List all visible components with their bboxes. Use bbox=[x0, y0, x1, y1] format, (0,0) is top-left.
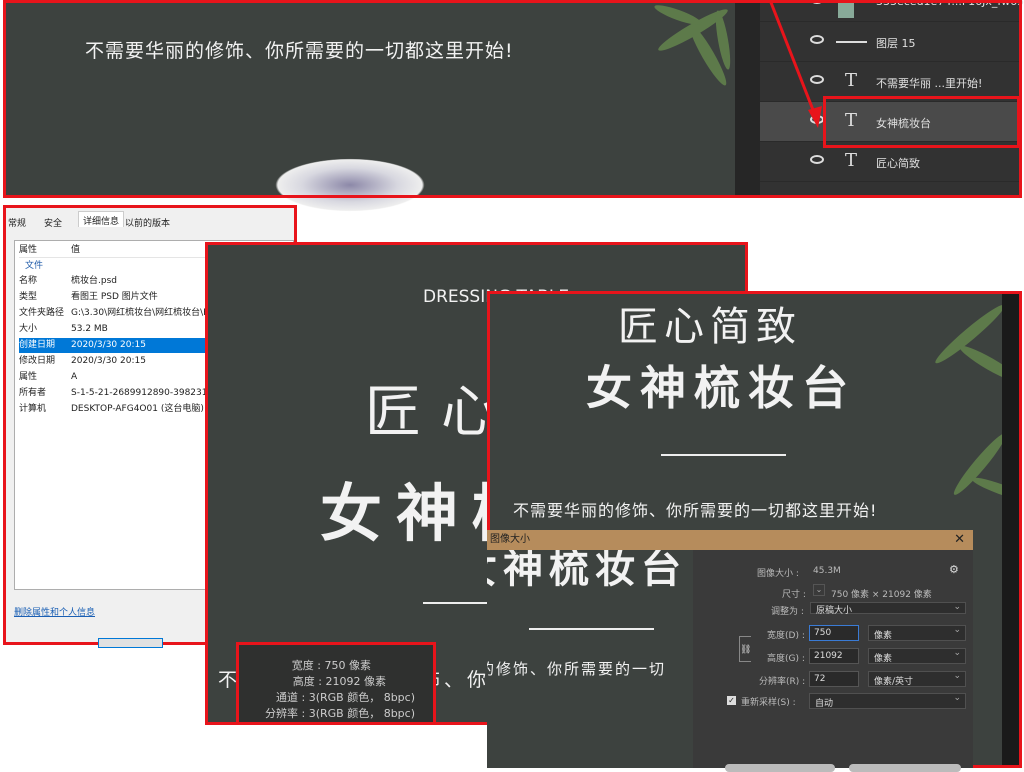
info-width: 宽度 : 750 像素 bbox=[291, 659, 371, 672]
property-value: 53.2 MB bbox=[71, 324, 108, 334]
image-size-dialog: 图像大小 ✕ 女神梳妆台 的修饰、你所需要的一切 图像大小 : 45.3M ⚙ … bbox=[487, 530, 973, 772]
image-size-label: 图像大小 : bbox=[757, 569, 799, 579]
resample-select[interactable]: 自动 bbox=[809, 693, 966, 709]
property-key: 创建日期 bbox=[19, 340, 56, 350]
resample-label: 重新采样(S) : bbox=[741, 698, 796, 708]
preview-text: 的修饰、你所需要的一切 bbox=[487, 660, 667, 678]
property-key: 大小 bbox=[19, 324, 38, 334]
property-row[interactable]: 创建日期 2020/3/30 20:15 bbox=[19, 338, 219, 353]
property-row[interactable]: 大小 53.2 MB bbox=[19, 322, 219, 337]
info-height: 高度 : 21092 像素 bbox=[292, 675, 386, 688]
image-info-tooltip: 宽度 : 750 像素 高度 : 21092 像素 通道 : 3(RGB 颜色，… bbox=[236, 642, 436, 725]
scrollbar[interactable] bbox=[1002, 294, 1019, 765]
preview-title: 女神梳妆台 bbox=[487, 550, 687, 592]
divider-line bbox=[423, 602, 493, 604]
divider-line bbox=[661, 454, 786, 456]
property-key: 名称 bbox=[19, 276, 38, 286]
property-key: 所有者 bbox=[19, 388, 47, 398]
tab-details[interactable]: 详细信息 bbox=[78, 211, 125, 227]
property-value: 2020/3/30 20:15 bbox=[71, 356, 146, 366]
property-value: G:\3.30\网红梳妆台\网红梳妆台\P bbox=[71, 308, 209, 318]
property-row[interactable]: 文件夹路径 G:\3.30\网红梳妆台\网红梳妆台\P bbox=[19, 306, 219, 321]
column-header[interactable]: 值 bbox=[71, 243, 80, 258]
height-label: 高度(G) : bbox=[767, 654, 805, 664]
property-key: 类型 bbox=[19, 292, 38, 302]
property-value: A bbox=[71, 372, 78, 382]
property-value: 梳妆台.psd bbox=[71, 276, 117, 286]
resolution-label: 分辨率(R) : bbox=[759, 677, 806, 687]
dims-value: 750 像素 × 21092 像素 bbox=[831, 590, 932, 600]
width-unit-select[interactable]: 像素 bbox=[868, 625, 966, 641]
info-resolution: 分辨率 : 3(RGB 颜色， 8bpc) bbox=[265, 707, 415, 720]
property-row[interactable]: 所有者 S-1-5-21-2689912890-39823106 bbox=[19, 386, 219, 401]
resolution-unit-select[interactable]: 像素/英寸 bbox=[868, 671, 966, 687]
property-key: 计算机 bbox=[19, 404, 47, 414]
cancel-button[interactable] bbox=[849, 764, 961, 772]
preview-pane: 女神梳妆台 的修饰、你所需要的一切 bbox=[487, 550, 693, 768]
slogan-text: 不需要华丽的修饰、你所需要的一切都这里开始! bbox=[513, 501, 878, 520]
width-label: 宽度(D) : bbox=[767, 631, 805, 641]
chevron-down-icon[interactable]: ⌄ bbox=[813, 584, 825, 596]
ok-button[interactable] bbox=[98, 638, 163, 648]
ok-button[interactable] bbox=[725, 764, 835, 772]
group-label: 文件 bbox=[25, 261, 44, 271]
property-row[interactable]: 名称 梳妆台.psd bbox=[19, 274, 219, 289]
height-input[interactable]: 21092 bbox=[809, 648, 859, 664]
column-header[interactable]: 属性 bbox=[19, 243, 37, 258]
close-icon[interactable]: ✕ bbox=[954, 532, 965, 547]
property-value: 看图王 PSD 图片文件 bbox=[71, 292, 158, 302]
image-size-value: 45.3M bbox=[813, 566, 841, 576]
dims-label: 尺寸 : bbox=[782, 590, 806, 600]
title-line2: 女神梳妆台 bbox=[586, 361, 856, 415]
property-row[interactable]: 计算机 DESKTOP-AFG4O01 (这台电脑) bbox=[19, 402, 219, 417]
fit-label: 调整为 : bbox=[771, 607, 804, 617]
property-row[interactable]: 修改日期 2020/3/30 20:15 bbox=[19, 354, 219, 369]
highlight-box bbox=[3, 0, 1022, 198]
resample-checkbox[interactable]: ✓ bbox=[727, 696, 736, 705]
tab-security[interactable]: 安全 bbox=[40, 214, 66, 230]
remove-properties-link[interactable]: 删除属性和个人信息 bbox=[14, 605, 95, 618]
tab-previous-versions[interactable]: 以前的版本 bbox=[121, 214, 174, 230]
property-key: 修改日期 bbox=[19, 356, 56, 366]
property-key: 属性 bbox=[19, 372, 38, 382]
fit-select[interactable]: 原稿大小 bbox=[810, 602, 966, 616]
property-row[interactable]: 属性 A bbox=[19, 370, 219, 385]
height-unit-select[interactable]: 像素 bbox=[868, 648, 966, 664]
info-channels: 通道 : 3(RGB 颜色， 8bpc) bbox=[276, 691, 415, 704]
slogan-left: 不 bbox=[218, 669, 238, 691]
preview-line bbox=[529, 628, 654, 630]
property-value: DESKTOP-AFG4O01 (这台电脑) bbox=[71, 404, 204, 414]
property-row[interactable]: 类型 看图王 PSD 图片文件 bbox=[19, 290, 219, 305]
dialog-title: 图像大小 bbox=[487, 530, 973, 550]
property-key: 文件夹路径 bbox=[19, 308, 65, 318]
width-input[interactable]: 750 bbox=[809, 625, 859, 641]
property-value: S-1-5-21-2689912890-39823106 bbox=[71, 388, 219, 398]
property-value: 2020/3/30 20:15 bbox=[71, 340, 146, 350]
gear-icon[interactable]: ⚙ bbox=[949, 563, 959, 576]
tab-general[interactable]: 常规 bbox=[4, 214, 30, 230]
resolution-input[interactable]: 72 bbox=[809, 671, 859, 687]
title-line1: 匠心简致 bbox=[618, 304, 802, 350]
link-icon[interactable]: ⛓ bbox=[739, 636, 751, 662]
